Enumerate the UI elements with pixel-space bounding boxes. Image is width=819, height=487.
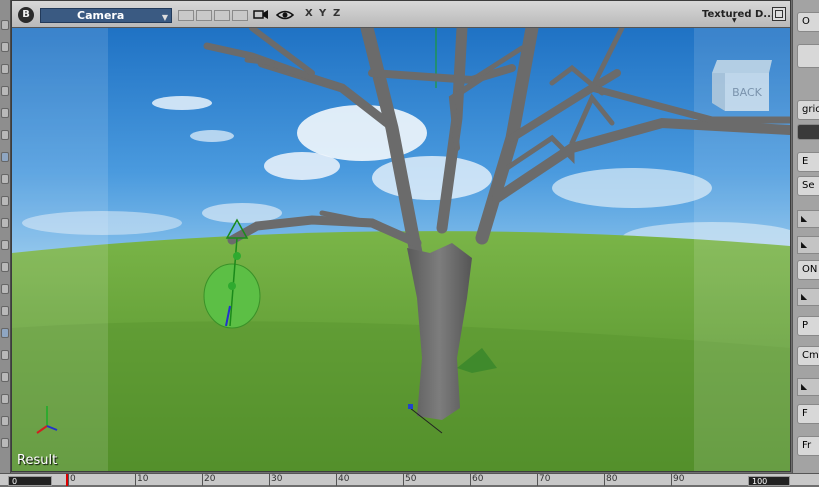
cloud bbox=[202, 203, 282, 223]
panel-item[interactable]: F bbox=[797, 404, 819, 424]
gizmo-handle[interactable] bbox=[228, 282, 236, 290]
panel-item[interactable]: Se bbox=[797, 176, 819, 196]
left-strip-knob[interactable] bbox=[1, 438, 9, 448]
cloud bbox=[372, 156, 492, 200]
cloud bbox=[297, 105, 427, 161]
timeline-tick bbox=[604, 474, 605, 486]
left-strip-knob-selected[interactable] bbox=[1, 152, 9, 162]
timeline-tick-label: 30 bbox=[271, 474, 283, 484]
video-camera-icon[interactable] bbox=[252, 6, 270, 24]
display-mode-label: Textured D... bbox=[702, 9, 775, 20]
axis-z-toggle[interactable]: Z bbox=[333, 8, 340, 19]
panel-item[interactable]: O bbox=[797, 12, 819, 32]
panel-expand[interactable]: ◣ bbox=[797, 288, 819, 306]
left-strip-knob[interactable] bbox=[1, 64, 9, 74]
gizmo-handle[interactable] bbox=[233, 252, 241, 260]
timeline-tick bbox=[671, 474, 672, 486]
eye-icon[interactable] bbox=[275, 6, 295, 24]
left-strip-knob[interactable] bbox=[1, 372, 9, 382]
left-strip-knob[interactable] bbox=[1, 174, 9, 184]
cloud bbox=[190, 130, 234, 142]
left-strip-knob[interactable] bbox=[1, 218, 9, 228]
view-cube-label: BACK bbox=[732, 86, 763, 99]
left-strip-knob[interactable] bbox=[1, 42, 9, 52]
left-strip-knob[interactable] bbox=[1, 20, 9, 30]
left-strip-knob[interactable] bbox=[1, 262, 9, 272]
timeline-tick bbox=[202, 474, 203, 486]
chevron-down-icon: ▼ bbox=[732, 17, 737, 24]
panel-item-dark[interactable] bbox=[797, 124, 819, 140]
view-cube[interactable]: BACK bbox=[712, 60, 772, 111]
timeline-tick bbox=[403, 474, 404, 486]
axis-x-toggle[interactable]: X bbox=[305, 8, 313, 19]
panel-item[interactable]: Cm bbox=[797, 346, 819, 366]
camera-select[interactable]: Camera ▼ bbox=[40, 8, 172, 23]
viewport[interactable]: B Camera ▼ X Y Z Textured D... ▼ BACK Re… bbox=[11, 0, 791, 472]
timeline-tick-label: 60 bbox=[472, 474, 484, 484]
left-strip-knob[interactable] bbox=[1, 196, 9, 206]
timeline-tick bbox=[135, 474, 136, 486]
panel-item[interactable]: P bbox=[797, 316, 819, 336]
maximize-icon[interactable] bbox=[772, 7, 786, 21]
left-strip-knob[interactable] bbox=[1, 240, 9, 250]
origin-marker bbox=[408, 404, 413, 409]
timeline-tick bbox=[537, 474, 538, 486]
left-tool-strip bbox=[0, 0, 11, 485]
left-strip-knob[interactable] bbox=[1, 86, 9, 96]
b-circle-icon[interactable]: B bbox=[18, 7, 34, 23]
chevron-down-icon: ▼ bbox=[161, 13, 168, 22]
panel-item[interactable]: gric bbox=[797, 100, 819, 120]
timeline-tick-label: 70 bbox=[539, 474, 551, 484]
camera-select-label: Camera bbox=[77, 9, 125, 22]
timeline-tick-label: 10 bbox=[137, 474, 149, 484]
panel-item[interactable]: Fr bbox=[797, 436, 819, 456]
scene-svg: BACK bbox=[12, 28, 790, 471]
timeline-tick-label: 20 bbox=[204, 474, 216, 484]
left-strip-knob[interactable] bbox=[1, 108, 9, 118]
cloud bbox=[152, 96, 212, 110]
left-strip-knob[interactable] bbox=[1, 394, 9, 404]
view-slot[interactable] bbox=[178, 10, 194, 21]
axis-y-toggle[interactable]: Y bbox=[319, 8, 326, 19]
timeline-ruler[interactable]: 0 10 20 30 40 50 60 70 80 90 bbox=[60, 474, 740, 486]
cloud bbox=[552, 168, 712, 208]
left-strip-knob[interactable] bbox=[1, 284, 9, 294]
view-slot[interactable] bbox=[214, 10, 230, 21]
timeline-tick bbox=[68, 474, 69, 486]
scene-render[interactable]: BACK bbox=[12, 28, 790, 471]
timeline-tick bbox=[269, 474, 270, 486]
timeline-tick-label: 90 bbox=[673, 474, 685, 484]
panel-expand[interactable]: ◣ bbox=[797, 210, 819, 228]
right-panel: O gric E Se ◣ ◣ ON ◣ P Cm ◣ F Fr bbox=[792, 0, 819, 473]
panel-expand[interactable]: ◣ bbox=[797, 378, 819, 396]
left-strip-knob[interactable] bbox=[1, 306, 9, 316]
panel-expand[interactable]: ◣ bbox=[797, 236, 819, 254]
left-strip-knob[interactable] bbox=[1, 350, 9, 360]
result-label: Result bbox=[17, 453, 58, 468]
timeline-tick-label: 50 bbox=[405, 474, 417, 484]
left-strip-knob-selected[interactable] bbox=[1, 328, 9, 338]
timeline-tick-label: 80 bbox=[606, 474, 618, 484]
panel-item[interactable]: ON bbox=[797, 260, 819, 280]
display-mode-select[interactable]: Textured D... ▼ bbox=[702, 9, 775, 24]
left-strip-knob[interactable] bbox=[1, 130, 9, 140]
left-strip-knob[interactable] bbox=[1, 416, 9, 426]
timeline-tick bbox=[336, 474, 337, 486]
timeline[interactable]: 0 0 10 20 30 40 50 60 70 80 90 100 bbox=[0, 473, 819, 486]
timeline-tick-label: 40 bbox=[338, 474, 350, 484]
grass-shade bbox=[12, 321, 790, 471]
cloud bbox=[264, 152, 340, 180]
panel-item[interactable]: E bbox=[797, 152, 819, 172]
timeline-tick-label: 0 bbox=[70, 474, 76, 484]
view-slot[interactable] bbox=[196, 10, 212, 21]
view-slot[interactable] bbox=[232, 10, 248, 21]
viewport-header: B Camera ▼ X Y Z Textured D... ▼ bbox=[12, 1, 790, 28]
safe-frame-left bbox=[12, 28, 108, 471]
panel-item[interactable] bbox=[797, 44, 819, 68]
timeline-tick bbox=[470, 474, 471, 486]
